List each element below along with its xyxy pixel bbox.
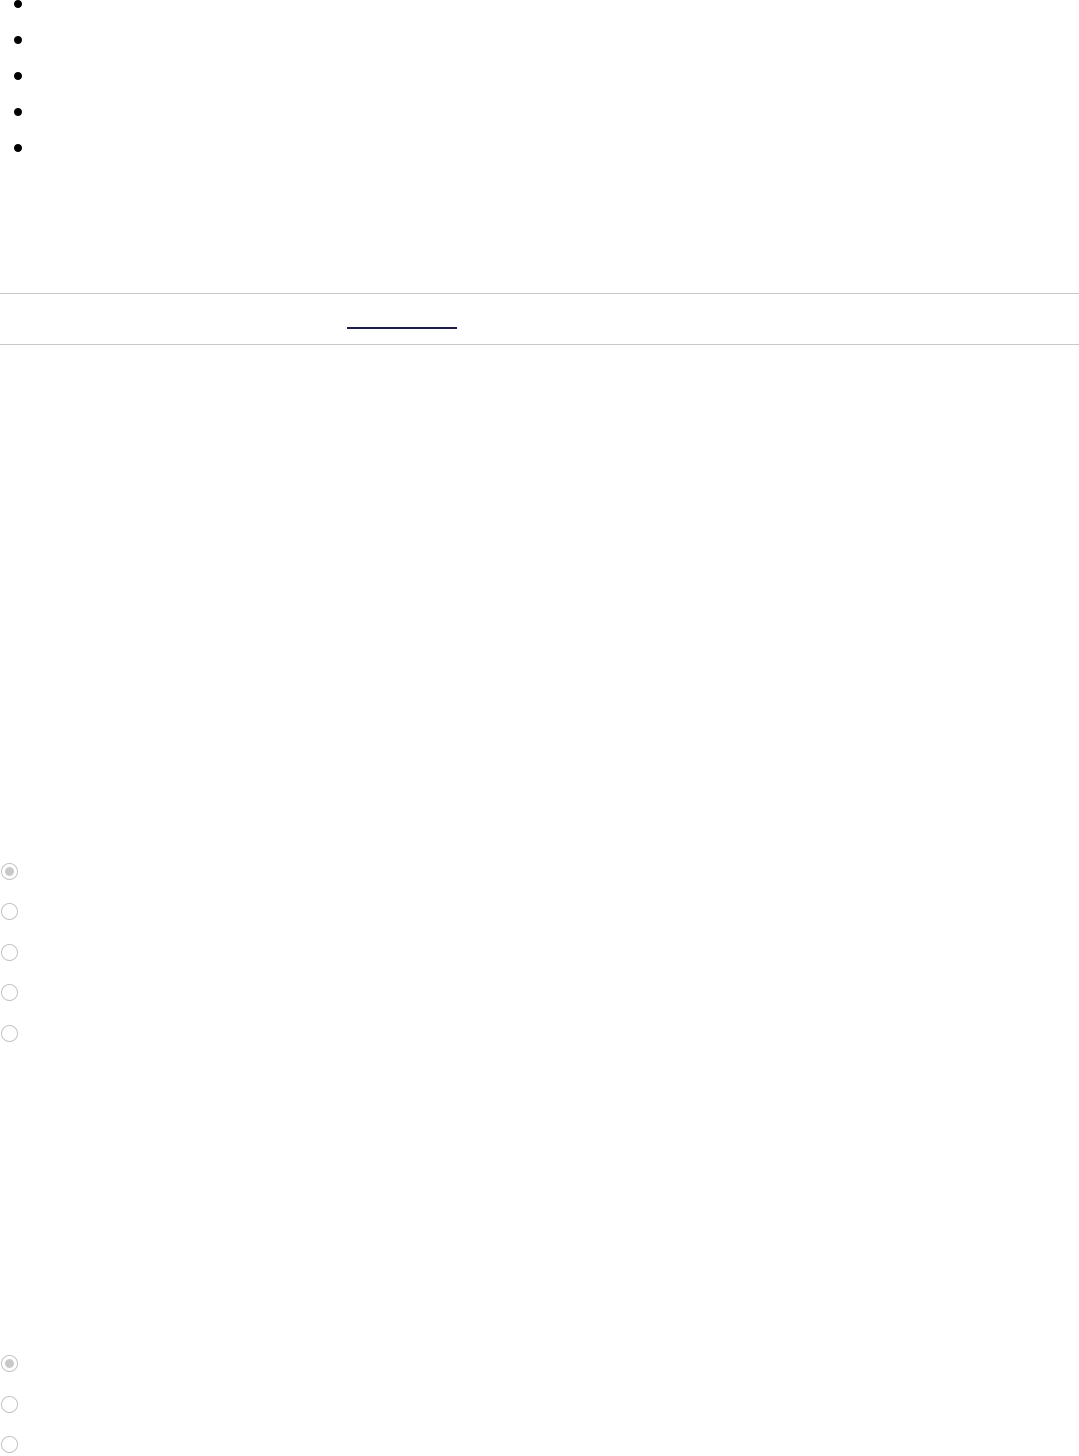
radio-button[interactable] [1, 903, 18, 920]
radio-button[interactable] [1, 1025, 18, 1042]
list-item [14, 139, 414, 157]
tab-bar [0, 294, 1079, 344]
radio-option[interactable] [0, 983, 600, 1003]
list-item [14, 103, 414, 121]
radio-option[interactable] [0, 943, 600, 963]
tab-active[interactable] [347, 294, 457, 328]
radio-option[interactable] [0, 902, 600, 922]
list-item [14, 67, 414, 85]
radio-option[interactable] [0, 1395, 600, 1415]
radio-button[interactable] [1, 1436, 18, 1453]
radio-option[interactable] [0, 1354, 600, 1374]
radio-option[interactable] [0, 862, 600, 882]
radio-option[interactable] [0, 1435, 600, 1455]
radio-option[interactable] [0, 1024, 600, 1044]
radio-button[interactable] [1, 863, 18, 880]
radio-button[interactable] [1, 984, 18, 1001]
tab-bar-bottom-divider [0, 344, 1079, 345]
list-item [14, 0, 414, 13]
radio-button[interactable] [1, 1396, 18, 1413]
radio-button[interactable] [1, 944, 18, 961]
radio-button[interactable] [1, 1355, 18, 1372]
bullet-list [0, 0, 1079, 160]
list-item [14, 31, 414, 49]
tab-active-underline [347, 327, 457, 329]
